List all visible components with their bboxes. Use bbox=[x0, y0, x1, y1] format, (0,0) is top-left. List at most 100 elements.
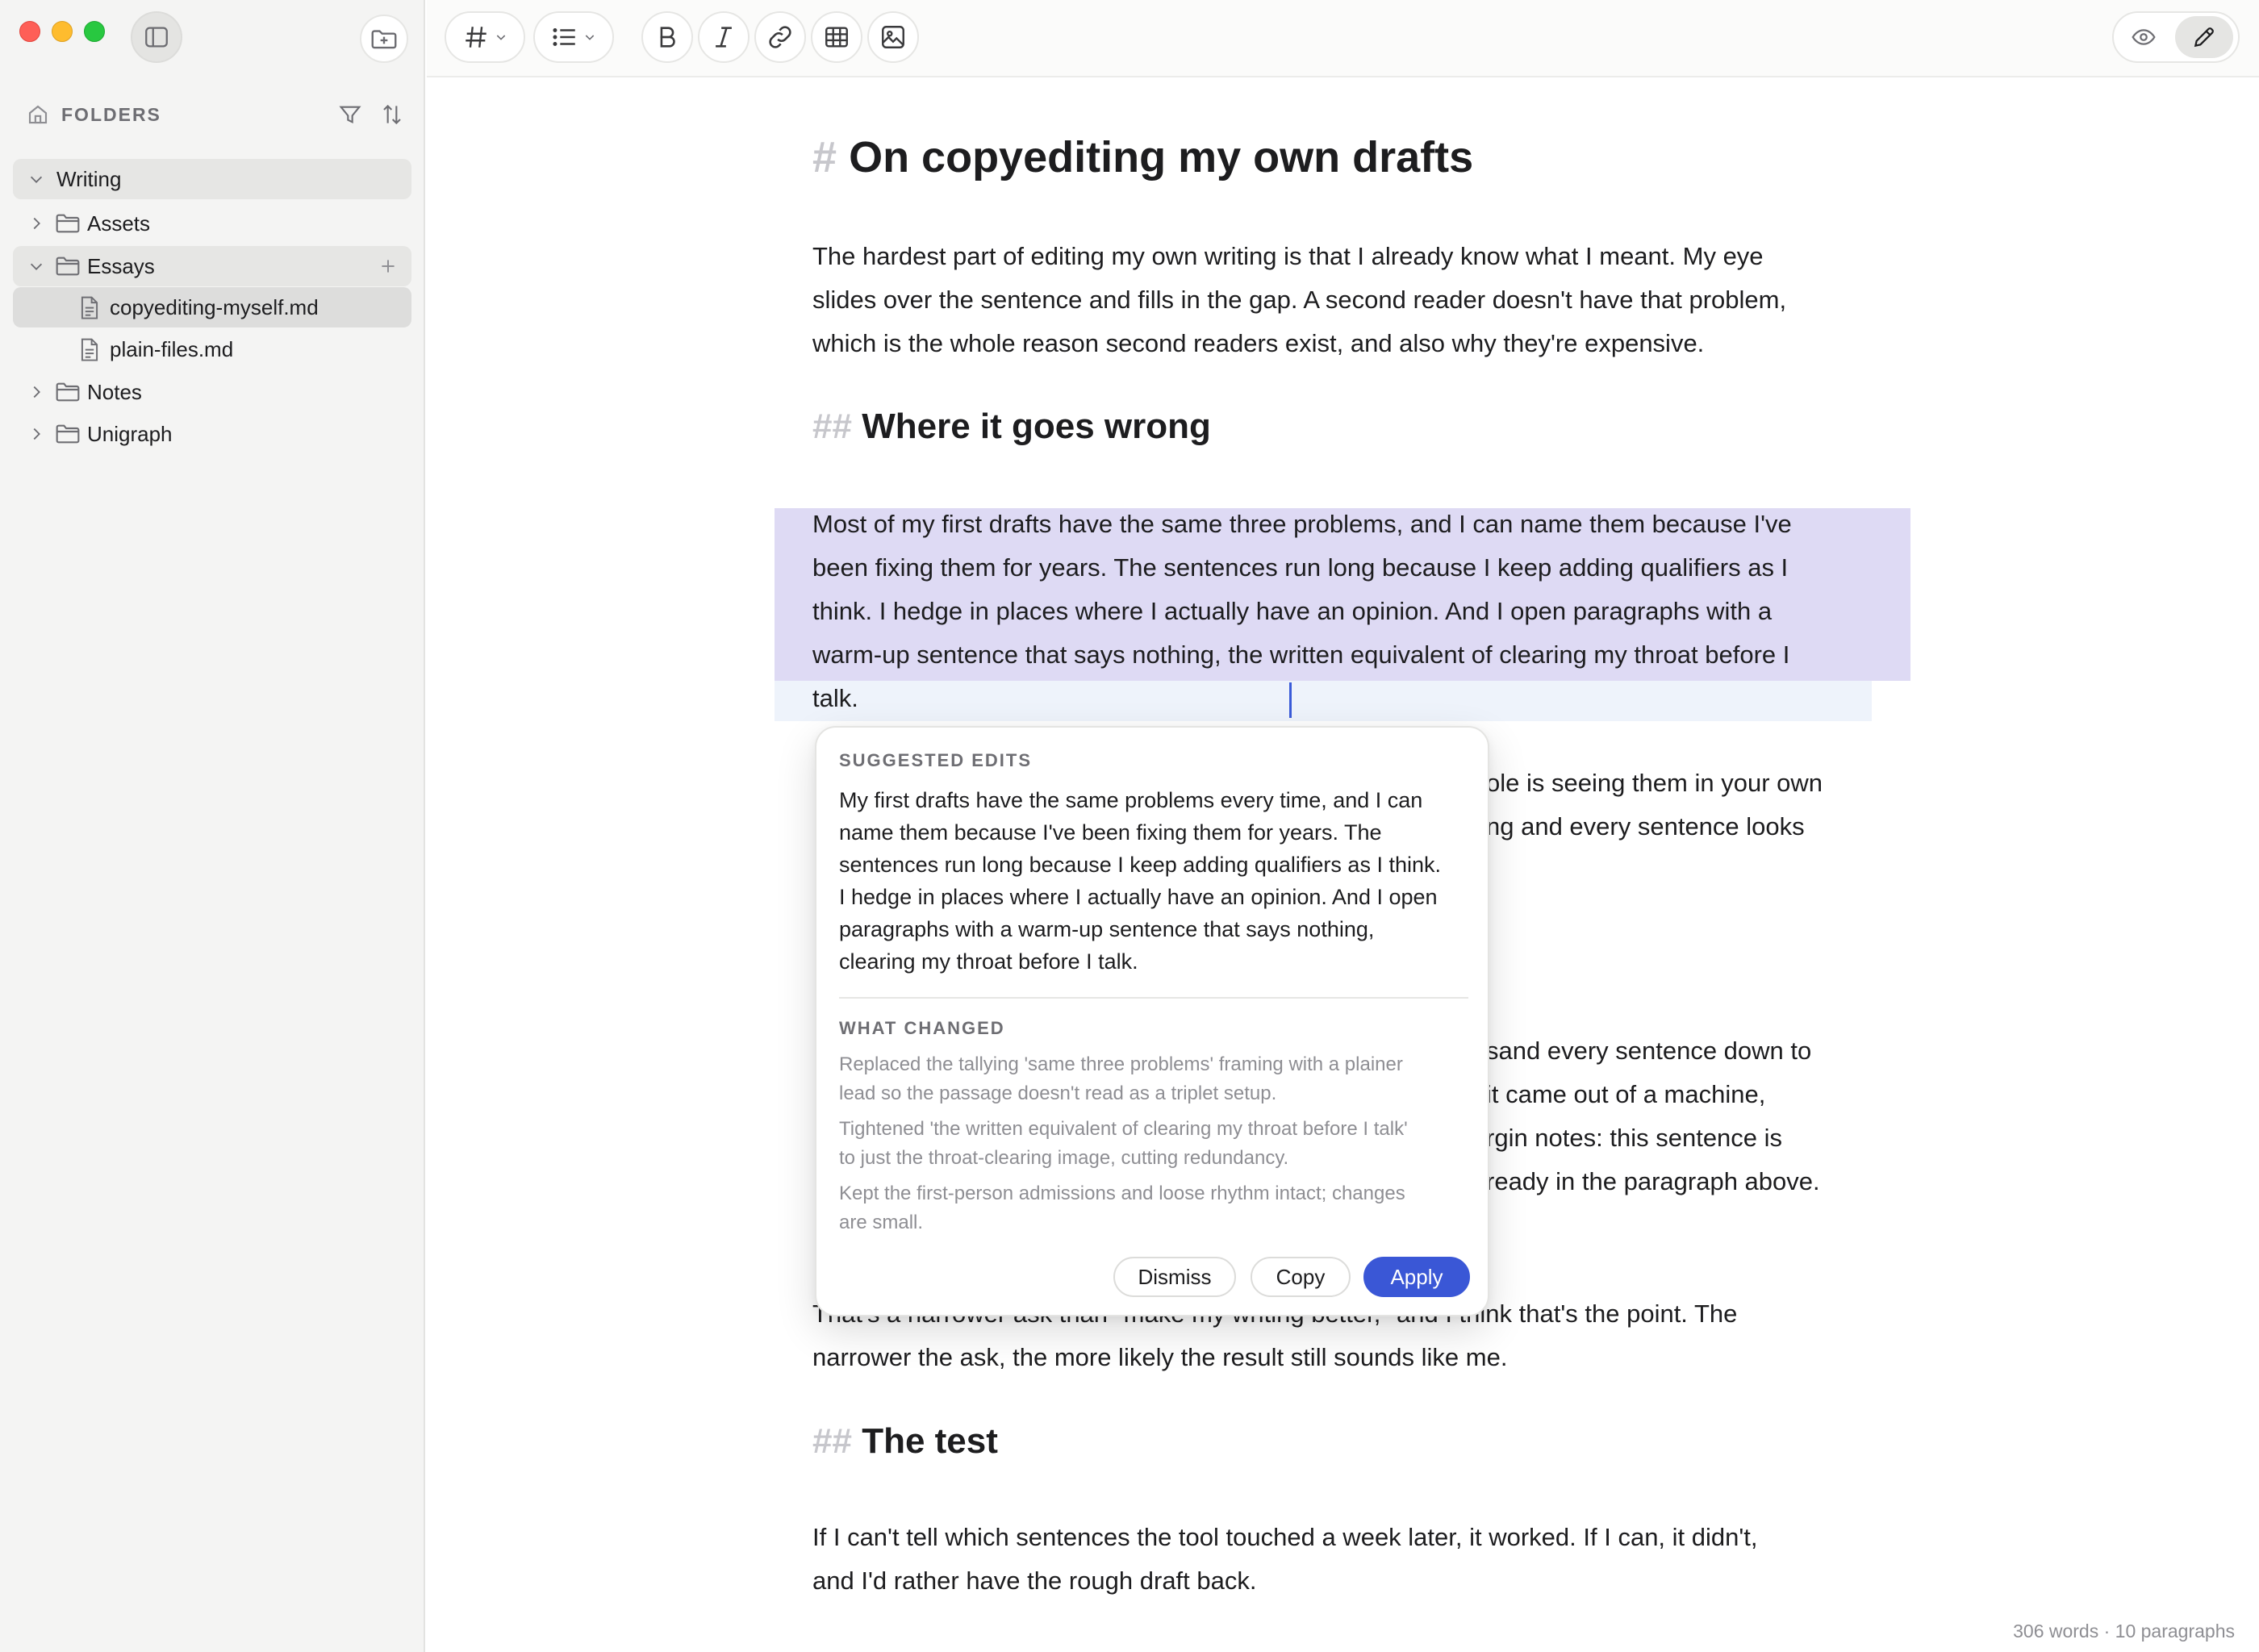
tree-item-assets[interactable]: Assets bbox=[13, 203, 411, 244]
tree-item-label: Writing bbox=[56, 166, 122, 191]
text-line: sand every sentence down to bbox=[1486, 1037, 1812, 1065]
link-icon bbox=[766, 23, 794, 51]
link-button[interactable] bbox=[754, 11, 806, 63]
new-folder-button[interactable] bbox=[360, 15, 408, 63]
change-note: Tightened 'the written equivalent of cle… bbox=[839, 1115, 1476, 1173]
add-file-icon[interactable] bbox=[378, 256, 399, 277]
bold-button[interactable] bbox=[641, 11, 693, 63]
text-line: which is the whole reason second readers… bbox=[812, 329, 1705, 357]
paragraph: The hardest part of editing my own writi… bbox=[812, 235, 1786, 365]
document-icon bbox=[79, 337, 100, 361]
text-line: been fixing them for years. The sentence… bbox=[812, 553, 1789, 582]
suggested-text: My first drafts have the same problems e… bbox=[839, 784, 1476, 978]
preview-mode-button[interactable] bbox=[2125, 19, 2162, 55]
chevron-down-icon[interactable] bbox=[27, 257, 45, 275]
text-line: lead so the passage doesn't read as a tr… bbox=[839, 1083, 1277, 1104]
window-minimize-button[interactable] bbox=[52, 21, 73, 42]
section-heading: ## Where it goes wrong bbox=[812, 407, 1211, 447]
sidebar-toggle-button[interactable] bbox=[131, 11, 182, 63]
title-text: On copyediting my own drafts bbox=[849, 133, 1474, 181]
what-changed-label: WHAT CHANGED bbox=[839, 1018, 1005, 1038]
heading-text: The test bbox=[862, 1421, 998, 1461]
text-line: talk. bbox=[812, 684, 858, 712]
text-line: and I'd rather have the rough draft back… bbox=[812, 1566, 1257, 1595]
tree-item-plain-files[interactable]: plain-files.md bbox=[13, 329, 411, 369]
chevron-down-icon bbox=[583, 31, 596, 44]
change-note: Replaced the tallying 'same three proble… bbox=[839, 1050, 1476, 1108]
italic-button[interactable] bbox=[698, 11, 750, 63]
folder-icon bbox=[55, 380, 81, 404]
copy-button[interactable]: Copy bbox=[1251, 1257, 1351, 1297]
table-icon bbox=[823, 23, 850, 51]
dismiss-button[interactable]: Dismiss bbox=[1113, 1257, 1236, 1297]
folder-icon bbox=[55, 422, 81, 446]
text-line: clearing my throat before I talk. bbox=[839, 949, 1138, 974]
image-icon bbox=[879, 23, 907, 51]
list-dropdown-button[interactable] bbox=[533, 11, 614, 63]
text-line: Replaced the tallying 'same three proble… bbox=[839, 1053, 1403, 1075]
sidebar-icon bbox=[143, 23, 170, 51]
change-note: Kept the first-person admissions and loo… bbox=[839, 1179, 1476, 1237]
tree-item-label: Assets bbox=[87, 211, 151, 236]
table-button[interactable] bbox=[811, 11, 862, 63]
text-line: My first drafts have the same problems e… bbox=[839, 788, 1423, 812]
apply-button[interactable]: Apply bbox=[1363, 1257, 1470, 1297]
chevron-right-icon[interactable] bbox=[27, 215, 45, 232]
suggested-edits-popover: SUGGESTED EDITS My first drafts have the… bbox=[815, 726, 1489, 1316]
heading-marker: ## bbox=[812, 1421, 852, 1461]
chevron-right-icon[interactable] bbox=[27, 425, 45, 443]
tree-item-unigraph[interactable]: Unigraph bbox=[13, 414, 411, 454]
heading-icon bbox=[462, 23, 490, 51]
tree-item-essays[interactable]: Essays bbox=[13, 246, 411, 286]
folder-icon bbox=[55, 211, 81, 236]
format-toolbar bbox=[427, 0, 2259, 77]
folder-plus-icon bbox=[369, 23, 399, 54]
tree-item-copyediting-myself[interactable]: copyediting-myself.md bbox=[13, 287, 411, 327]
text-line: warm-up sentence that says nothing, the … bbox=[812, 640, 1790, 669]
sort-icon[interactable] bbox=[379, 102, 405, 127]
image-button[interactable] bbox=[867, 11, 919, 63]
sidebar: FOLDERS Writing Assets Essays copyeditin… bbox=[0, 0, 425, 1652]
home-icon bbox=[26, 102, 50, 127]
window-maximize-button[interactable] bbox=[84, 21, 105, 42]
text-line: ng and every sentence looks bbox=[1486, 812, 1805, 841]
document-icon bbox=[79, 295, 100, 319]
suggested-edits-label: SUGGESTED EDITS bbox=[839, 750, 1033, 770]
text-line: I hedge in places where I actually have … bbox=[839, 885, 1438, 909]
text-cursor bbox=[1289, 682, 1292, 718]
text-line: Kept the first-person admissions and loo… bbox=[839, 1183, 1405, 1204]
filter-icon[interactable] bbox=[337, 102, 363, 127]
folders-header: FOLDERS bbox=[26, 100, 405, 129]
text-line: If I can't tell which sentences the tool… bbox=[812, 1523, 1758, 1551]
heading-text: Where it goes wrong bbox=[862, 407, 1211, 446]
section-heading: ## The test bbox=[812, 1421, 998, 1462]
text-line: are small. bbox=[839, 1212, 924, 1233]
text-line: sentences run long because I keep adding… bbox=[839, 853, 1441, 877]
folders-label: FOLDERS bbox=[61, 103, 161, 125]
chevron-down-icon bbox=[495, 31, 507, 44]
text-line: think. I hedge in places where I actuall… bbox=[812, 597, 1773, 625]
text-line: narrower the ask, the more likely the re… bbox=[812, 1343, 1508, 1371]
heading-dropdown-button[interactable] bbox=[445, 11, 525, 63]
text-line: ole is seeing them in your own bbox=[1486, 769, 1823, 797]
paragraph: If I can't tell which sentences the tool… bbox=[812, 1516, 1758, 1603]
tree-item-notes[interactable]: Notes bbox=[13, 372, 411, 412]
tree-item-label: plain-files.md bbox=[110, 336, 234, 361]
edit-mode-button[interactable] bbox=[2175, 16, 2233, 58]
paragraph-partial: ole is seeing them in your own ng and ev… bbox=[1486, 761, 1823, 849]
selected-paragraph[interactable]: Most of my first drafts have the same th… bbox=[812, 503, 1792, 720]
chevron-down-icon[interactable] bbox=[27, 170, 45, 188]
text-line: ready in the paragraph above. bbox=[1486, 1167, 1820, 1195]
divider bbox=[839, 997, 1468, 999]
text-line: The hardest part of editing my own writi… bbox=[812, 242, 1764, 270]
window-close-button[interactable] bbox=[19, 21, 40, 42]
text-line: Most of my first drafts have the same th… bbox=[812, 510, 1792, 538]
document-title: # On copyediting my own drafts bbox=[812, 132, 1473, 182]
italic-icon bbox=[710, 23, 737, 51]
pencil-icon bbox=[2191, 24, 2217, 50]
tree-item-writing[interactable]: Writing bbox=[13, 159, 411, 199]
tree-item-label: Notes bbox=[87, 379, 142, 404]
chevron-right-icon[interactable] bbox=[27, 383, 45, 401]
text-line: rgin notes: this sentence is bbox=[1486, 1124, 1783, 1152]
tree-item-label: Essays bbox=[87, 253, 155, 278]
